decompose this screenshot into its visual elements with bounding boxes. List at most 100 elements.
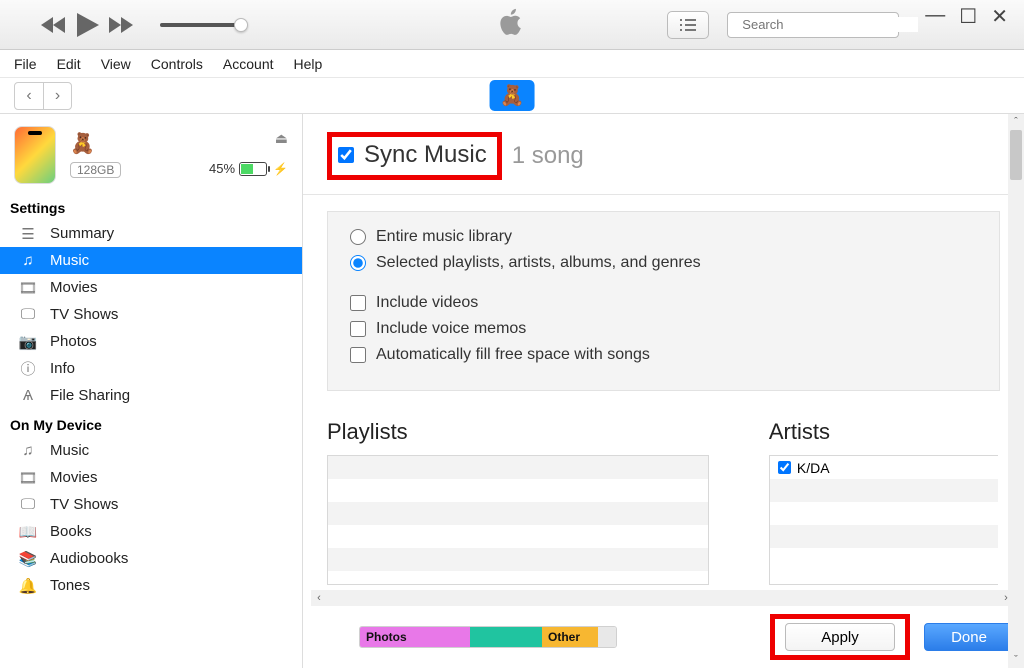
list-item-kda[interactable]: K/DA <box>770 456 998 479</box>
list-item[interactable] <box>328 479 708 502</box>
menu-edit[interactable]: Edit <box>57 56 81 72</box>
sidebar-device-tones[interactable]: 🔔Tones <box>0 572 302 599</box>
sidebar-item-photos[interactable]: 📷Photos <box>0 328 302 355</box>
sidebar-label: TV Shows <box>50 306 118 323</box>
sidebar-device-audiobooks[interactable]: 📚Audiobooks <box>0 545 302 572</box>
sidebar-label: Audiobooks <box>50 550 128 567</box>
menu-controls[interactable]: Controls <box>151 56 203 72</box>
play-button[interactable] <box>74 12 102 38</box>
scroll-left-arrow[interactable]: ‹ <box>311 590 327 606</box>
done-button[interactable]: Done <box>924 623 1014 651</box>
rewind-button[interactable] <box>40 12 68 38</box>
books-icon: 📖 <box>18 523 38 541</box>
summary-icon: ☰ <box>18 225 38 243</box>
sidebar-item-tvshows[interactable]: 🖵TV Shows <box>0 301 302 328</box>
list-item[interactable] <box>770 502 998 525</box>
footer-bar: Photos Other Apply Done <box>303 620 1014 654</box>
menu-bar: File Edit View Controls Account Help <box>0 50 1024 78</box>
sync-header: Sync Music 1 song <box>303 114 1024 195</box>
sidebar-device-movies[interactable]: 🎞Movies <box>0 464 302 491</box>
list-item[interactable] <box>770 479 998 502</box>
maximize-button[interactable]: ☐ <box>959 4 977 29</box>
search-field[interactable] <box>727 12 899 38</box>
checkbox-label: Include voice memos <box>376 320 526 338</box>
checkbox-include-voice[interactable]: Include voice memos <box>350 320 981 338</box>
artists-listbox[interactable]: K/DA <box>769 455 998 585</box>
menu-help[interactable]: Help <box>294 56 323 72</box>
music-icon: ♫ <box>18 442 38 459</box>
music-icon: ♫ <box>18 252 38 269</box>
apply-highlight: Apply <box>770 614 910 660</box>
sync-music-title: Sync Music <box>364 141 487 169</box>
playlists-title: Playlists <box>327 419 709 445</box>
charging-icon: ⚡ <box>273 162 288 176</box>
battery-icon <box>239 162 267 176</box>
apply-button[interactable]: Apply <box>785 623 895 651</box>
sync-music-checkbox[interactable] <box>338 147 354 163</box>
storage-seg-photos: Photos <box>360 627 470 647</box>
sidebar-device-books[interactable]: 📖 Books <box>0 518 302 545</box>
sidebar-label: Books <box>50 523 92 540</box>
checkbox-autofill[interactable]: Automatically fill free space with songs <box>350 346 981 364</box>
content-pane: Sync Music 1 song Entire music library S… <box>303 114 1024 668</box>
list-item[interactable] <box>770 525 998 548</box>
checkbox-label: Include videos <box>376 294 478 312</box>
list-view-button[interactable] <box>667 11 709 39</box>
sidebar-item-filesharing[interactable]: ѦFile Sharing <box>0 382 302 409</box>
device-chip[interactable]: 🧸 <box>490 80 535 111</box>
nav-forward-button[interactable]: › <box>43 83 71 109</box>
volume-slider[interactable] <box>160 23 242 27</box>
titlebar-right: — ☐ ✕ <box>667 11 1008 39</box>
radio-selected[interactable]: Selected playlists, artists, albums, and… <box>350 254 981 272</box>
bear-icon: 🧸 <box>500 83 525 108</box>
sidebar-device-music[interactable]: ♫Music <box>0 437 302 464</box>
battery-status: 45% ⚡ <box>209 161 288 176</box>
menu-file[interactable]: File <box>14 56 37 72</box>
sidebar-item-summary[interactable]: ☰Summary <box>0 220 302 247</box>
horizontal-scrollbar[interactable]: ‹ › <box>311 590 1014 606</box>
close-button[interactable]: ✕ <box>991 4 1008 29</box>
radio-entire-library[interactable]: Entire music library <box>350 228 981 246</box>
checkbox-label: Automatically fill free space with songs <box>376 346 650 364</box>
scroll-up-arrow[interactable]: ˆ <box>1008 114 1024 130</box>
menu-account[interactable]: Account <box>223 56 274 72</box>
menu-view[interactable]: View <box>101 56 131 72</box>
playlists-listbox[interactable] <box>327 455 709 585</box>
minimize-button[interactable]: — <box>925 4 945 27</box>
tv-icon: 🖵 <box>18 496 38 513</box>
nav-back-forward: ‹ › <box>14 82 72 110</box>
artist-checkbox[interactable] <box>778 461 791 474</box>
artists-title: Artists <box>769 419 998 445</box>
sidebar-device-tvshows[interactable]: 🖵 TV Shows <box>0 491 302 518</box>
list-item[interactable] <box>328 456 708 479</box>
sidebar: 🧸 128GB ⏏ 45% ⚡ Settings ☰Summary ♫Music… <box>0 114 303 668</box>
forward-button[interactable] <box>108 12 136 38</box>
filesharing-icon: Ѧ <box>18 387 38 404</box>
window-controls: — ☐ ✕ <box>925 4 1008 29</box>
storage-seg-teal <box>470 627 542 647</box>
eject-icon[interactable]: ⏏ <box>275 130 288 147</box>
settings-header: Settings <box>0 192 302 220</box>
list-item[interactable] <box>328 525 708 548</box>
sidebar-item-info[interactable]: ⓘInfo <box>0 355 302 382</box>
main-area: 🧸 128GB ⏏ 45% ⚡ Settings ☰Summary ♫Music… <box>0 114 1024 668</box>
sidebar-label: TV Shows <box>50 496 118 513</box>
vertical-scrollbar[interactable]: ˆ ˇ <box>1008 114 1024 668</box>
checkbox-include-videos[interactable]: Include videos <box>350 294 981 312</box>
storage-seg-other: Other <box>542 627 598 647</box>
list-item[interactable] <box>328 502 708 525</box>
scroll-down-arrow[interactable]: ˇ <box>1008 652 1024 668</box>
artists-column: Artists K/DA <box>769 419 998 585</box>
list-item[interactable] <box>770 548 998 571</box>
nav-back-button[interactable]: ‹ <box>15 83 43 109</box>
device-capacity-badge: 128GB <box>70 162 121 178</box>
scroll-thumb[interactable] <box>1010 130 1022 180</box>
sidebar-label: Tones <box>50 577 90 594</box>
sidebar-item-movies[interactable]: 🎞Movies <box>0 274 302 301</box>
sidebar-item-music[interactable]: ♫Music <box>0 247 302 274</box>
search-input[interactable] <box>742 17 918 32</box>
battery-percent: 45% <box>209 161 235 176</box>
sidebar-label: Info <box>50 360 75 377</box>
list-item[interactable] <box>328 548 708 571</box>
title-bar: — ☐ ✕ <box>0 0 1024 50</box>
